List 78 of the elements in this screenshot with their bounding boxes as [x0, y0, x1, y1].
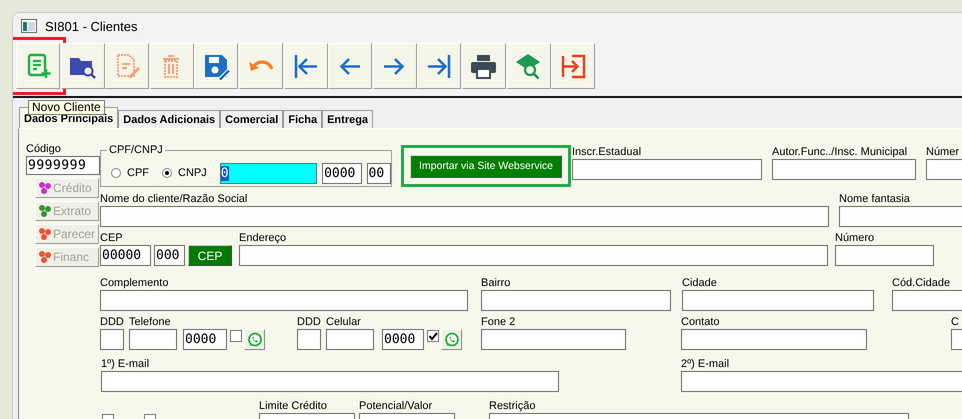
window-title: SI801 - Clientes	[45, 18, 138, 34]
cnpj-field[interactable]: 0	[220, 162, 318, 184]
input-field[interactable]: 000	[154, 245, 185, 266]
field-label: Inscr.Estadual	[572, 145, 642, 159]
toolbar-button[interactable]	[551, 43, 596, 89]
field-label: DDD	[297, 315, 321, 329]
toolbar-button[interactable]	[284, 43, 328, 89]
radio-icon	[111, 168, 121, 178]
cep-button[interactable]: CEP	[188, 245, 232, 266]
cnpj-field[interactable]: 0000	[322, 162, 362, 184]
field-label: Código	[26, 142, 61, 156]
checkbox[interactable]	[230, 330, 242, 342]
field-label: Nome do cliente/Razão Social	[100, 192, 248, 206]
input-field[interactable]	[481, 290, 671, 311]
field-label: Autor.Func../Insc. Municipal	[772, 145, 908, 159]
tab[interactable]: Ficha	[283, 110, 322, 128]
field-label: Fone 2	[481, 315, 516, 329]
field-label: Restrição	[489, 399, 536, 413]
toolbar-button[interactable]	[417, 43, 462, 89]
field-label: Nome fantasia	[839, 192, 911, 206]
input-field[interactable]	[239, 245, 828, 266]
field-label: Endereço	[239, 231, 288, 245]
input-field[interactable]	[926, 159, 962, 180]
field-label: Celular	[326, 315, 362, 329]
input-field[interactable]	[772, 159, 916, 180]
chat-phone-icon	[444, 332, 460, 348]
input-field[interactable]	[100, 329, 124, 350]
tooltip: Novo Cliente	[28, 100, 105, 115]
toolbar-button[interactable]	[328, 43, 372, 89]
field-label: Cidade	[682, 276, 718, 290]
input-field[interactable]	[572, 159, 762, 180]
field-label: Limite Crédito	[259, 399, 328, 413]
input-field[interactable]	[129, 329, 177, 350]
toolbar-button[interactable]	[462, 43, 506, 89]
toolbar-button[interactable]	[60, 43, 105, 89]
input-field[interactable]: 0000	[382, 329, 424, 350]
input-field[interactable]	[481, 329, 626, 350]
field-label: Potencial/Valor	[359, 399, 434, 413]
input-field[interactable]	[101, 371, 559, 392]
checkbox[interactable]	[427, 330, 439, 342]
field-label: Bairro	[481, 276, 512, 290]
input-field[interactable]	[681, 371, 962, 392]
input-field[interactable]: 0000	[183, 329, 227, 350]
input-field[interactable]	[100, 206, 829, 227]
toolbar-button[interactable]	[372, 43, 417, 89]
app-icon	[21, 19, 37, 33]
tab[interactable]: Entrega	[322, 110, 374, 128]
field-label: C	[951, 315, 960, 329]
input-field[interactable]	[835, 245, 934, 266]
field-label: CEP	[100, 231, 124, 245]
input-field[interactable]	[297, 329, 321, 350]
input-field[interactable]	[892, 290, 962, 311]
chat-phone-icon	[246, 332, 262, 348]
field-label: Contato	[681, 315, 721, 329]
field-label: Númer	[926, 145, 960, 159]
input-field[interactable]	[100, 290, 468, 311]
radio-option[interactable]: CNPJ	[162, 167, 207, 179]
field-label: Complemento	[100, 276, 170, 290]
input-field[interactable]	[682, 290, 874, 311]
field-label: Cód.Cidade	[892, 276, 952, 290]
radio-icon	[162, 168, 172, 178]
cnpj-field[interactable]: 00	[366, 162, 392, 184]
input-field[interactable]	[839, 206, 962, 227]
radio-option[interactable]: CPF	[111, 167, 149, 179]
tab[interactable]: Comercial	[220, 110, 284, 128]
field-label: Número	[835, 231, 876, 245]
toolbar-button[interactable]	[194, 43, 238, 89]
field-label: 1º) E-mail	[101, 357, 150, 371]
import-button[interactable]: Importar via Site Webservice	[410, 154, 562, 178]
field-label: Telefone	[129, 315, 172, 329]
input-field[interactable]: 00000	[100, 245, 151, 266]
input-field[interactable]	[326, 329, 374, 350]
code-field[interactable]: 9999999	[26, 156, 100, 175]
input-field[interactable]	[681, 329, 867, 350]
tab[interactable]: Dados Adicionais	[118, 110, 220, 128]
field-label: 2º) E-mail	[681, 357, 730, 371]
field-label: DDD	[100, 315, 124, 329]
whatsapp-button[interactable]	[244, 329, 265, 350]
